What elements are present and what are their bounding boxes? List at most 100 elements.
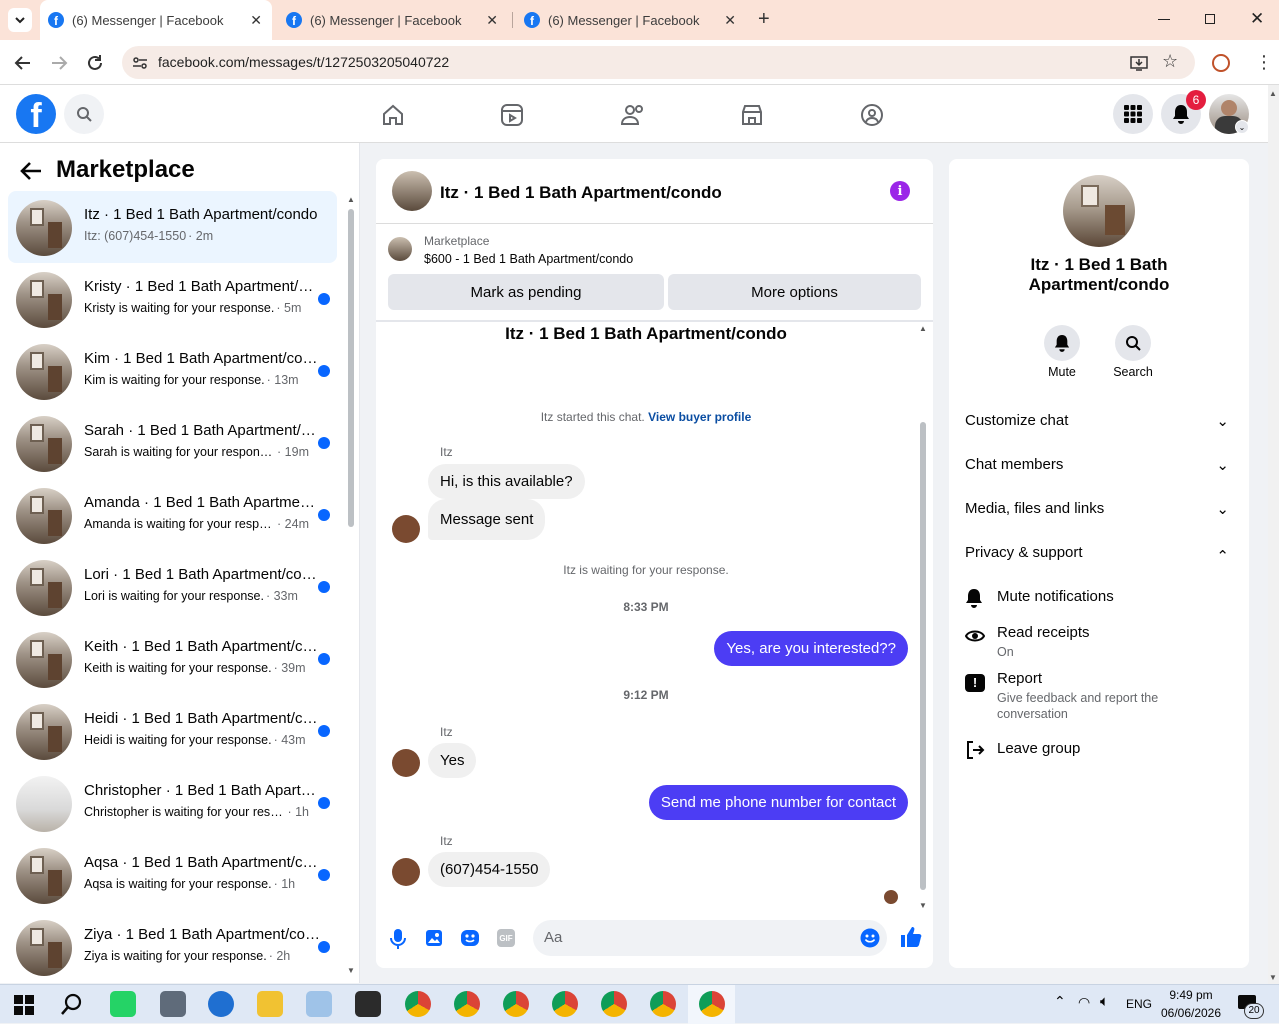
minimize-icon[interactable]: [1158, 19, 1170, 20]
chat-avatar[interactable]: [392, 171, 432, 211]
site-settings-icon[interactable]: [132, 55, 148, 71]
sender-avatar[interactable]: [392, 515, 420, 543]
conversation-item[interactable]: Christopher · 1 Bed 1 Bath Apartment/con…: [8, 767, 337, 839]
chrome-profile-icon[interactable]: [601, 991, 627, 1017]
more-options-button[interactable]: More options: [668, 274, 921, 310]
install-app-icon[interactable]: [1130, 54, 1148, 72]
tab-messenger-2[interactable]: f (6) Messenger | Facebook ✕: [278, 0, 508, 40]
close-tab-icon[interactable]: ✕: [250, 12, 262, 29]
conversation-item[interactable]: Aqsa · 1 Bed 1 Bath Apartment/condo Aqsa …: [8, 839, 337, 911]
search-button[interactable]: [64, 94, 104, 134]
tab-search-button[interactable]: [8, 8, 32, 32]
friends-icon[interactable]: [620, 103, 646, 127]
volume-icon[interactable]: 🔈︎: [1100, 993, 1109, 1010]
restore-icon[interactable]: [1205, 14, 1215, 24]
conversation-item[interactable]: Heidi · 1 Bed 1 Bath Apartment/condo Heid…: [8, 695, 337, 767]
message-bubble-incoming[interactable]: Hi, is this available?: [428, 464, 585, 499]
tab-messenger-1[interactable]: f (6) Messenger | Facebook ✕: [40, 0, 272, 40]
marketplace-icon[interactable]: [740, 103, 764, 127]
message-bubble-outgoing[interactable]: Send me phone number for contact: [648, 785, 908, 820]
sender-avatar[interactable]: [392, 749, 420, 777]
customize-chat-section[interactable]: Customize chat ⌄: [965, 412, 1235, 430]
back-arrow-icon[interactable]: [20, 161, 42, 181]
clock-date[interactable]: 06/06/2026: [1156, 1006, 1226, 1020]
conversation-item[interactable]: Kim · 1 Bed 1 Bath Apartment/condo Kim is…: [8, 335, 337, 407]
language-indicator[interactable]: ENG: [1126, 997, 1152, 1011]
close-tab-icon[interactable]: ✕: [724, 12, 736, 29]
close-tab-icon[interactable]: ✕: [486, 12, 498, 29]
search-icon[interactable]: [61, 993, 83, 1015]
conversation-item[interactable]: Itz · 1 Bed 1 Bath Apartment/condo Itz: (…: [8, 191, 337, 263]
menu-button[interactable]: [1113, 94, 1153, 134]
info-icon[interactable]: i: [890, 181, 910, 201]
windows-start-icon[interactable]: [14, 995, 34, 1015]
search-chat-button[interactable]: [1115, 325, 1151, 361]
privacy-support-section[interactable]: Privacy & support ⌃: [965, 544, 1235, 565]
address-bar[interactable]: facebook.com/messages/t/1272503205040722…: [122, 46, 1195, 79]
show-hidden-icons[interactable]: ⌃: [1054, 993, 1066, 1010]
message-bubble-incoming[interactable]: (607)454-1550: [428, 852, 551, 887]
sticker-icon[interactable]: [460, 929, 480, 947]
whatsapp-icon[interactable]: [110, 991, 136, 1017]
conversation-item[interactable]: Kristy · 1 Bed 1 Bath Apartment/condo Kri…: [8, 263, 337, 335]
thumbs-up-icon[interactable]: [900, 926, 922, 948]
profile-icon[interactable]: [1212, 54, 1230, 72]
chrome-profile-icon[interactable]: [552, 991, 578, 1017]
microphone-icon[interactable]: [390, 929, 406, 949]
conversation-thumbnail: [16, 920, 72, 976]
groups-icon[interactable]: [860, 103, 884, 127]
forward-icon[interactable]: [50, 54, 68, 72]
conversation-item[interactable]: Sarah · 1 Bed 1 Bath Apartment/condo Sara…: [8, 407, 337, 479]
emoji-icon[interactable]: [860, 928, 880, 948]
conversation-item[interactable]: Lori · 1 Bed 1 Bath Apartment/condo Lori …: [8, 551, 337, 623]
chrome-icon[interactable]: [405, 991, 431, 1017]
account-chevron-icon[interactable]: ⌄: [1235, 120, 1249, 134]
conversation-item[interactable]: Keith · 1 Bed 1 Bath Apartment/condo Keit…: [8, 623, 337, 695]
app-icon[interactable]: [208, 991, 234, 1017]
chat-members-section[interactable]: Chat members ⌄: [965, 456, 1235, 474]
chat-title[interactable]: Itz · 1 Bed 1 Bath Apartment/condo: [440, 183, 722, 203]
listing-thumbnail[interactable]: [388, 237, 412, 261]
view-buyer-profile-link[interactable]: View buyer profile: [648, 410, 751, 424]
sender-avatar[interactable]: [392, 858, 420, 886]
bookmark-star-icon[interactable]: ☆: [1162, 51, 1178, 72]
message-bubble-outgoing[interactable]: Yes, are you interested??: [714, 631, 908, 666]
list-scrollbar[interactable]: ▲ ▼: [346, 195, 356, 975]
chrome-profile-icon[interactable]: [650, 991, 676, 1017]
message-bubble-incoming[interactable]: Yes: [428, 743, 477, 778]
mute-button[interactable]: [1044, 325, 1080, 361]
wifi-icon[interactable]: ◠: [1078, 994, 1090, 1011]
photo-icon[interactable]: [425, 929, 443, 947]
media-files-links-section[interactable]: Media, files and links ⌄: [965, 500, 1235, 518]
conversation-item[interactable]: Amanda · 1 Bed 1 Bath Apartment/condo Ama…: [8, 479, 337, 551]
calculator-icon[interactable]: [160, 991, 186, 1017]
listing-title[interactable]: $600 - 1 Bed 1 Bath Apartment/condo: [424, 252, 633, 266]
chrome-profile-icon[interactable]: [699, 991, 725, 1017]
menu-kebab-icon[interactable]: ⋮: [1255, 52, 1273, 72]
listing-source: Marketplace: [424, 234, 490, 248]
close-window-icon[interactable]: ✕: [1250, 9, 1264, 29]
facebook-logo-icon[interactable]: f: [16, 94, 56, 134]
thread-title: Itz · 1 Bed 1 Bath Apartment/condo: [505, 324, 787, 343]
sticky-notes-icon[interactable]: [355, 991, 381, 1017]
video-icon[interactable]: [500, 103, 524, 127]
chat-scrollbar[interactable]: ▲ ▼: [918, 324, 928, 910]
page-scrollbar[interactable]: ▲ ▼: [1268, 85, 1279, 984]
tab-messenger-3[interactable]: f (6) Messenger | Facebook ✕: [516, 0, 746, 40]
image-viewer-icon[interactable]: [306, 991, 332, 1017]
chrome-profile-icon[interactable]: [454, 991, 480, 1017]
message-bubble-incoming[interactable]: Message sent: [428, 499, 546, 540]
message-input[interactable]: Aa: [533, 920, 887, 956]
mark-pending-button[interactable]: Mark as pending: [388, 274, 664, 310]
chat-info-avatar[interactable]: [1063, 175, 1135, 247]
conversation-item[interactable]: Ziya · 1 Bed 1 Bath Apartment/condo Ziya …: [8, 911, 337, 983]
reload-icon[interactable]: [86, 54, 104, 72]
new-tab-icon[interactable]: +: [758, 8, 770, 31]
clock-time[interactable]: 9:49 pm: [1160, 988, 1222, 1002]
home-icon[interactable]: [381, 103, 405, 127]
gif-icon[interactable]: GIF: [497, 929, 515, 947]
chrome-profile-icon[interactable]: [503, 991, 529, 1017]
back-icon[interactable]: [14, 54, 32, 72]
file-explorer-icon[interactable]: [257, 991, 283, 1017]
preview-time: · 1h: [287, 805, 309, 819]
